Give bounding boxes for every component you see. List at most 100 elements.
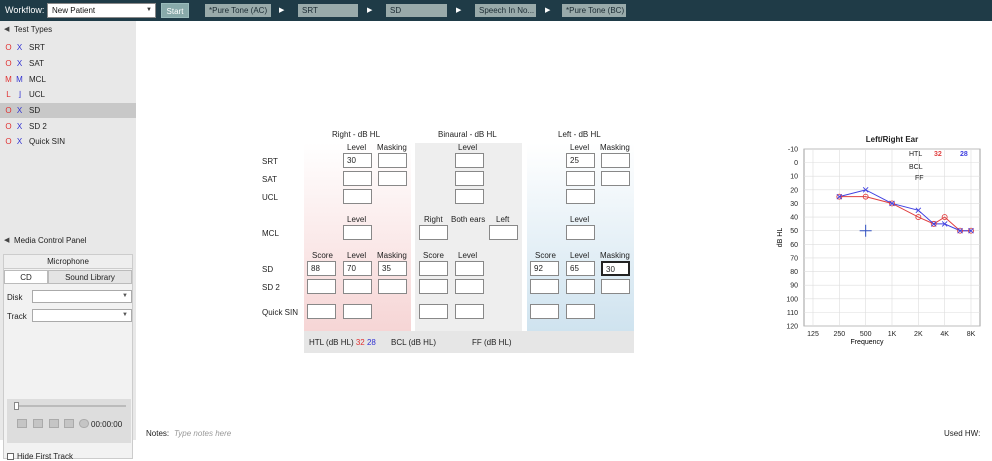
sd-right-masking-input[interactable]: 35 [378, 261, 407, 276]
ucl-binaural-level-input[interactable] [455, 189, 484, 204]
quick-sin-binaural-score-input[interactable] [419, 304, 448, 319]
media-control-panel: Microphone CD Sound Library Disk ▼ Track… [3, 254, 133, 461]
sd-left-masking-input[interactable]: 30 [601, 261, 630, 276]
quick-sin-binaural-level-input[interactable] [455, 304, 484, 319]
sd2-right-level-input[interactable] [343, 279, 372, 294]
notes-input[interactable]: Type notes here [174, 429, 231, 438]
binaural-header: Binaural - dB HL [438, 130, 497, 139]
footer-ff: FF (dB HL) [472, 338, 512, 347]
sd2-right-masking-input[interactable] [378, 279, 407, 294]
step-pure-tone-bc[interactable]: *Pure Tone (BC) [562, 4, 626, 17]
workflow-select[interactable]: New Patient ▼ [47, 3, 156, 18]
quick-sin-right-level-input[interactable] [343, 304, 372, 319]
srt-left-level-input[interactable]: 25 [566, 153, 595, 168]
stop-icon[interactable] [33, 419, 43, 428]
y-tick-label: 20 [790, 187, 798, 194]
test-type-ucl[interactable]: L ⌋ UCL [0, 87, 136, 102]
col-level: Level [458, 251, 478, 260]
test-type-mcl[interactable]: M M MCL [0, 72, 136, 87]
time-display: 00:00:00 [91, 420, 123, 429]
play-icon[interactable] [17, 419, 27, 428]
test-type-sd[interactable]: O X SD [0, 103, 136, 118]
disk-select[interactable]: ▼ [32, 290, 132, 303]
step-srt[interactable]: SRT [298, 4, 358, 17]
progress-track[interactable] [14, 405, 126, 407]
audiogram-chart[interactable]: -10 0 10 20 30 40 50 60 70 80 90 100 110 120 125 250 500… [772, 143, 987, 353]
sd2-binaural-level-input[interactable] [455, 279, 484, 294]
sd-right-level-input[interactable]: 70 [343, 261, 372, 276]
sat-right-masking-input[interactable] [378, 171, 407, 186]
legend-text: FF [915, 175, 924, 182]
sd2-binaural-score-input[interactable] [419, 279, 448, 294]
quick-sin-right-score-input[interactable] [307, 304, 336, 319]
mcl-binaural-left-input[interactable] [489, 225, 518, 240]
chevron-down-icon: ▼ [146, 7, 152, 13]
chevron-down-icon: ▼ [122, 312, 128, 318]
srt-binaural-level-input[interactable] [455, 153, 484, 168]
test-type-srt[interactable]: O X SRT [0, 40, 136, 55]
workflow-label: Workflow: [5, 5, 45, 15]
sd-binaural-level-input[interactable] [455, 261, 484, 276]
footer-htl: HTL (dB HL) 32 28 [309, 338, 376, 347]
col-masking: Masking [600, 143, 630, 152]
step-pure-tone-ac[interactable]: *Pure Tone (AC) [205, 4, 271, 17]
progress-thumb[interactable] [14, 402, 19, 410]
repeat-icon[interactable] [79, 419, 89, 428]
start-button[interactable]: Start [161, 3, 189, 18]
quick-sin-left-score-input[interactable] [530, 304, 559, 319]
x-tick-label: 500 [860, 331, 872, 338]
col-score: Score [312, 251, 333, 260]
next-icon[interactable] [64, 419, 74, 428]
sd-binaural-score-input[interactable] [419, 261, 448, 276]
ucl-left-level-input[interactable] [566, 189, 595, 204]
sat-right-level-input[interactable] [343, 171, 372, 186]
mcl-right-level-input[interactable] [343, 225, 372, 240]
y-tick-label: 40 [790, 215, 798, 222]
row-sd2: SD 2 [262, 283, 280, 292]
sd-left-level-input[interactable]: 65 [566, 261, 595, 276]
sd2-left-level-input[interactable] [566, 279, 595, 294]
x-tick-label: 8K [967, 331, 976, 338]
sd2-left-masking-input[interactable] [601, 279, 630, 294]
test-types-header[interactable]: ◀ Test Types [0, 23, 136, 37]
right-ear-symbol-icon: O [5, 106, 12, 115]
test-type-sd2[interactable]: O X SD 2 [0, 119, 136, 134]
hide-first-track-checkbox[interactable]: Hide First Track [7, 452, 73, 461]
step-speech-in-noise[interactable]: Speech In No... [475, 4, 536, 17]
srt-right-level-input[interactable]: 30 [343, 153, 372, 168]
ucl-right-level-input[interactable] [343, 189, 372, 204]
step-sd[interactable]: SD [386, 4, 447, 17]
x-axis-label: Frequency [850, 339, 884, 346]
srt-right-masking-input[interactable] [378, 153, 407, 168]
col-level: Level [347, 143, 367, 152]
previous-icon[interactable] [49, 419, 59, 428]
mcl-binaural-right-input[interactable] [419, 225, 448, 240]
sd2-right-score-input[interactable] [307, 279, 336, 294]
notes-label: Notes: [146, 429, 170, 438]
test-type-quick-sin[interactable]: O X Quick SIN [0, 134, 136, 149]
left-ear-symbol-icon: X [16, 137, 23, 146]
quick-sin-left-level-input[interactable] [566, 304, 595, 319]
x-tick-label: 4K [940, 331, 949, 338]
y-axis-label: dB HL [777, 228, 784, 248]
tab-sound-library[interactable]: Sound Library [48, 270, 132, 284]
sd-right-score-input[interactable]: 88 [307, 261, 336, 276]
y-tick-label: 70 [790, 255, 798, 262]
media-control-header[interactable]: ◀ Media Control Panel [0, 234, 136, 248]
sd2-left-score-input[interactable] [530, 279, 559, 294]
sd-left-score-input[interactable]: 92 [530, 261, 559, 276]
legend-text: BCL [909, 164, 923, 171]
x-tick-label: 250 [833, 331, 845, 338]
mcl-left-level-input[interactable] [566, 225, 595, 240]
srt-left-masking-input[interactable] [601, 153, 630, 168]
microphone-header[interactable]: Microphone [4, 255, 132, 269]
col-masking: Masking [377, 143, 407, 152]
left-ear-symbol-icon: X [16, 122, 23, 131]
sat-left-masking-input[interactable] [601, 171, 630, 186]
tab-cd[interactable]: CD [4, 270, 48, 284]
test-type-sat[interactable]: O X SAT [0, 56, 136, 71]
sat-left-level-input[interactable] [566, 171, 595, 186]
track-select[interactable]: ▼ [32, 309, 132, 322]
sat-binaural-level-input[interactable] [455, 171, 484, 186]
left-ear-symbol-icon: ⌋ [17, 90, 22, 99]
